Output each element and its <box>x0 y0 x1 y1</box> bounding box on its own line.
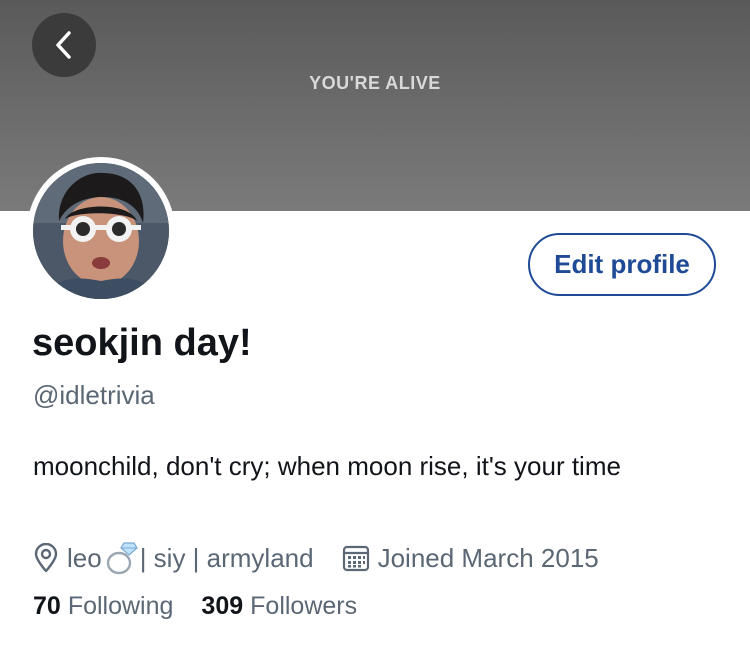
ring-icon <box>106 542 138 575</box>
join-date: Joined March 2015 <box>342 543 599 574</box>
following-label: Following <box>67 592 174 620</box>
display-name: seokjin day! <box>32 322 252 364</box>
edit-profile-button[interactable]: Edit profile <box>528 233 716 296</box>
bio: moonchild, don't cry; when moon rise, it… <box>33 451 621 481</box>
location: leo | siy | armyland <box>33 541 314 575</box>
location-icon <box>34 543 58 573</box>
follow-stats: 70 Following 309 Followers <box>33 592 357 621</box>
location-text: leo <box>67 542 102 573</box>
avatar-image <box>33 163 169 299</box>
following-link[interactable]: 70 Following <box>33 592 173 621</box>
avatar-frame[interactable] <box>27 157 175 305</box>
followers-label: Followers <box>250 592 358 620</box>
calendar-icon <box>342 545 369 572</box>
banner-text: YOU'RE ALIVE <box>309 73 441 93</box>
profile-meta: leo | siy | armyland Joined March 2015 <box>33 540 599 576</box>
back-button[interactable] <box>32 13 96 77</box>
location-suffix: | siy | armyland <box>139 542 314 573</box>
followers-link[interactable]: 309 Followers <box>201 592 357 621</box>
followers-count: 309 <box>201 592 244 620</box>
following-count: 70 <box>33 592 61 620</box>
avatar[interactable] <box>33 163 169 299</box>
user-handle: @idletrivia <box>33 380 155 410</box>
join-date-text: Joined March 2015 <box>377 542 599 573</box>
back-icon <box>56 31 71 59</box>
